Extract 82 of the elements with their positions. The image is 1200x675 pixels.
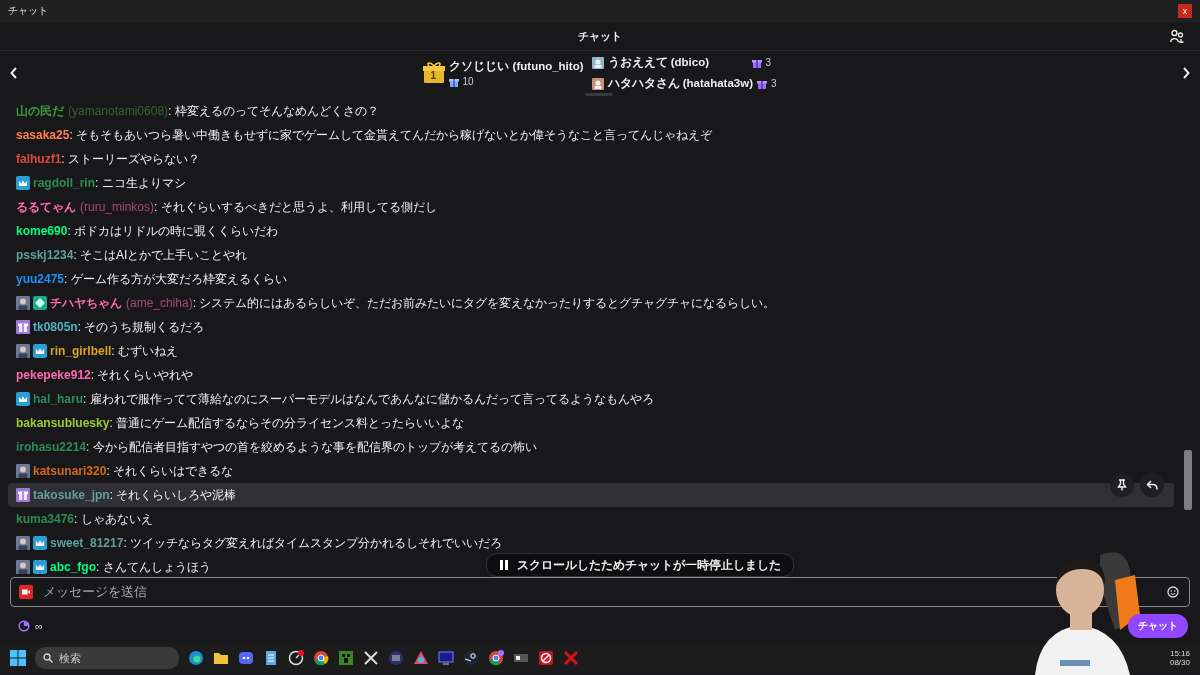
gauge-icon[interactable] <box>288 650 304 666</box>
video-camera-icon <box>19 584 33 599</box>
username[interactable]: 山の民だ <box>16 102 64 120</box>
users-icon[interactable] <box>1170 29 1184 43</box>
username[interactable]: tk0805n <box>33 320 78 334</box>
windows-logo-icon[interactable] <box>10 650 26 666</box>
points-icon <box>18 619 30 632</box>
message-text: : さんてんしょうほう <box>96 558 211 575</box>
message-field[interactable]: メッセージを送信 <box>10 576 1190 607</box>
chevron-left-icon[interactable] <box>10 67 18 79</box>
pause-icon <box>499 559 509 571</box>
message-text: : 雇われで服作ってて薄給なのにスーパーモデルはなんであんなに儲かるんだって言ってるようなもんやろ <box>83 390 654 408</box>
username[interactable]: takosuke_jpn <box>33 488 110 502</box>
small-gift-icon <box>757 78 767 89</box>
window-title: チャット <box>8 4 48 18</box>
user-avatar-icon <box>591 56 604 69</box>
message-text: : むずいねえ <box>111 342 179 360</box>
chevron-right-icon[interactable] <box>1182 67 1190 79</box>
username[interactable]: るるてゃん <box>16 198 76 216</box>
x-shape-icon[interactable] <box>563 650 579 666</box>
chat-button[interactable]: チャット <box>1128 613 1188 638</box>
reply-icon <box>1146 479 1158 491</box>
message-text: : ボドカはリドルの時に覗くくらいだわ <box>67 222 279 240</box>
triangle-icon[interactable] <box>413 650 429 666</box>
reply-button[interactable] <box>1140 473 1164 497</box>
username[interactable]: ragdoll_rin <box>33 176 95 190</box>
message-text: : そのうち規制くるだろ <box>77 318 205 336</box>
search-icon <box>43 653 53 663</box>
message-text: : それくらいしろや泥棒 <box>109 486 237 504</box>
message-text: : そこはAIとかで上手いことやれ <box>73 246 248 264</box>
message-text: : ツイッチならタグ変えればタイムスタンプ分かれるしそれでいいだろ <box>123 534 503 552</box>
close-button[interactable]: x <box>1178 4 1192 18</box>
chat-title: チャット <box>578 28 622 44</box>
clock-date: 08/30 <box>1169 658 1190 667</box>
message-text: : それくらいはできるな <box>106 462 234 480</box>
message-text: : そもそもあいつら暑い中働きもせずに家でゲームして金貰えてんだから稼げないとか偉そうなこと言ってんじゃねえぞ <box>69 126 713 144</box>
paused-notice[interactable]: スクロールしたためチャットが一時停止しました <box>486 553 794 577</box>
gifter-name: うおええて (dbico) <box>607 55 711 70</box>
search-field[interactable]: 検索 <box>59 652 159 664</box>
search-box[interactable]: 検索 <box>35 647 179 669</box>
message-text: : ニコ生よりマシ <box>95 174 186 192</box>
message-input[interactable]: メッセージを送信 <box>41 583 1159 600</box>
pin-icon <box>1116 479 1128 491</box>
scrollbar-thumb[interactable] <box>1184 450 1192 510</box>
message-text: : 枠変えるのってそんなめんどくさの？ <box>168 102 379 120</box>
cross-icon[interactable] <box>363 650 379 666</box>
username[interactable]: チハヤちゃん <box>50 294 122 312</box>
block-icon[interactable] <box>338 650 354 666</box>
round-app-icon[interactable] <box>388 650 404 666</box>
drag-handle[interactable] <box>585 93 613 96</box>
notepad-icon[interactable] <box>263 650 279 666</box>
small-gift-icon <box>449 76 460 87</box>
message-text: : ゲーム作る方が大変だろ枠変えるくらい <box>64 270 287 288</box>
message-text: : それぐらいするべきだと思うよ、利用してる側だし <box>154 198 437 216</box>
monitor-icon[interactable] <box>438 650 454 666</box>
message-text: : それくらいやれや <box>90 366 194 384</box>
pin-button[interactable] <box>1110 473 1134 497</box>
message-text: : しゃあないえ <box>74 510 153 528</box>
message-text: : システム的にはあるらしいぞ、ただお前みたいにタグを変えなかったりするとグチャグチャになるらしい。 <box>192 294 776 312</box>
user-avatar-icon <box>591 77 604 90</box>
message-text: : 普通にゲーム配信するならその分ライセンス料とったらいいよな <box>109 414 465 432</box>
username[interactable]: abc_fgo <box>50 560 96 574</box>
folder-icon[interactable] <box>213 650 229 666</box>
gifter-name: クソじじい (futuno_hito) <box>449 59 584 74</box>
chat-app-icon[interactable] <box>238 650 254 666</box>
no-sign-icon[interactable] <box>538 650 554 666</box>
user-login: (ruru_minkos) <box>80 200 154 214</box>
gift-count: 3 <box>765 57 772 68</box>
channel-points-button[interactable]: ∞ <box>18 619 43 632</box>
rank-number: 1 <box>430 70 436 81</box>
gift-count: 3 <box>771 78 777 89</box>
emoji-icon <box>1167 585 1179 598</box>
clock-time: 15:16 <box>1169 649 1190 658</box>
username[interactable]: hal_haru <box>33 392 83 406</box>
gift-count: 10 <box>462 76 474 87</box>
username[interactable]: pekepeke912 <box>16 368 91 382</box>
message-text: : 今から配信者目指すやつの首を絞めるような事を配信界のトップが考えてるの怖い <box>86 438 537 456</box>
browser-icon[interactable] <box>188 650 204 666</box>
user-login: (ame_chiha) <box>126 296 193 310</box>
message-text: : ストーリーズやらない？ <box>61 150 200 168</box>
gifter-name: ハタハタさん (hatahata3w) <box>607 76 753 91</box>
small-gift-icon <box>751 57 762 68</box>
